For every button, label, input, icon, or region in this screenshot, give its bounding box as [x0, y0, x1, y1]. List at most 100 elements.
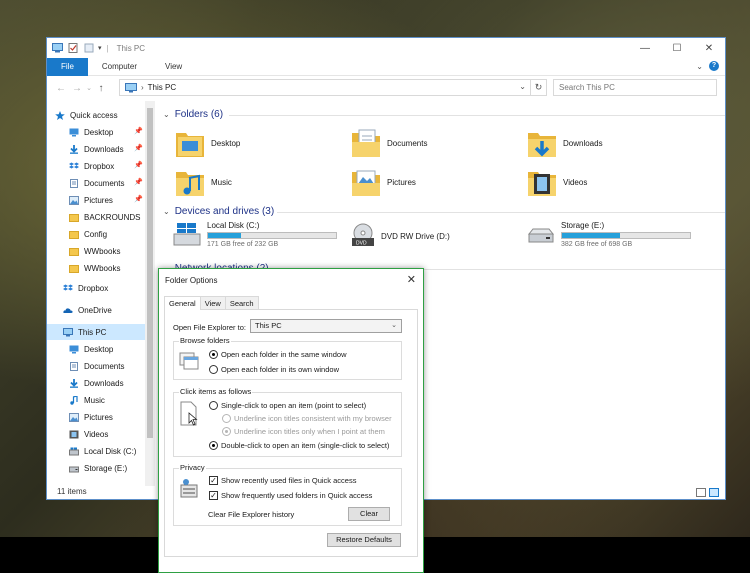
radio-underline-browser[interactable]: Underline icon titles consistent with my…	[222, 414, 392, 423]
nav-this-pc[interactable]: This PC	[47, 324, 145, 340]
collapse-chevron-icon[interactable]: ⌄	[163, 207, 170, 216]
nav-pc-documents[interactable]: Documents	[69, 358, 145, 374]
clear-button[interactable]: Clear	[348, 507, 390, 521]
minimize-button[interactable]: —	[629, 38, 661, 58]
breadcrumb-chevron-icon[interactable]: ›	[141, 83, 144, 92]
radio-same-window[interactable]: Open each folder in the same window	[209, 350, 347, 359]
downloads-icon	[70, 144, 78, 154]
large-icons-view-icon[interactable]	[709, 488, 719, 497]
nav-quick-pictures[interactable]: Pictures 📌	[69, 192, 145, 208]
nav-label: Local Disk (C:)	[84, 446, 137, 456]
radio-own-window[interactable]: Open each folder in its own window	[209, 365, 339, 374]
nav-label: Pictures	[84, 195, 113, 205]
folder-desktop[interactable]: Desktop	[175, 125, 240, 161]
refresh-button[interactable]: ↻	[531, 79, 547, 96]
address-bar[interactable]: › This PC ⌄	[119, 79, 531, 96]
nav-label: Storage (E:)	[84, 463, 128, 473]
drive-e[interactable]: Storage (E:) 382 GB free of 698 GB	[527, 221, 691, 251]
properties-icon[interactable]	[68, 43, 79, 53]
nav-quick-wwbooks[interactable]: WWbooks	[69, 243, 145, 259]
nav-quick-wwbooks-2[interactable]: WWbooks	[69, 260, 145, 276]
maximize-button[interactable]: ☐	[661, 38, 693, 58]
nav-dropbox[interactable]: Dropbox	[63, 280, 145, 296]
window-title: This PC	[116, 43, 146, 53]
folder-pictures[interactable]: Pictures	[351, 164, 416, 200]
tab-view[interactable]: View	[151, 58, 196, 76]
checkbox-frequent-folders[interactable]: ✓ Show frequently used folders in Quick …	[209, 491, 372, 500]
nav-label: Downloads	[84, 144, 124, 154]
details-view-icon[interactable]	[696, 488, 706, 497]
nav-quick-backrounds[interactable]: BACKROUNDS	[69, 209, 145, 225]
drive-c[interactable]: Local Disk (C:) 171 GB free of 232 GB	[173, 221, 337, 251]
radio-double-click[interactable]: Double-click to open an item (single-cli…	[209, 441, 389, 450]
nav-quick-config[interactable]: Config	[69, 226, 145, 242]
folder-downloads[interactable]: Downloads	[527, 125, 603, 161]
checkbox-checked[interactable]: ✓	[209, 491, 218, 500]
tab-file[interactable]: File	[47, 57, 88, 76]
radio-button[interactable]	[209, 350, 218, 359]
folder-music[interactable]: Music	[175, 164, 232, 200]
desktop-icon	[69, 128, 79, 136]
tab-computer[interactable]: Computer	[88, 58, 151, 76]
nav-pc-videos[interactable]: Videos	[69, 426, 145, 442]
group-folders[interactable]: ⌄ Folders (6)	[163, 109, 223, 120]
radio-single-click[interactable]: Single-click to open an item (point to s…	[209, 401, 366, 410]
tab-search[interactable]: Search	[224, 296, 259, 309]
radio-button[interactable]	[209, 441, 218, 450]
nav-quick-desktop[interactable]: Desktop 📌	[69, 124, 145, 140]
folder-videos[interactable]: Videos	[527, 164, 587, 200]
recent-locations-icon[interactable]: ⌄	[85, 84, 93, 92]
nav-label: Quick access	[70, 110, 118, 120]
back-arrow-icon[interactable]: ←	[53, 83, 69, 94]
tab-general[interactable]: General	[164, 296, 201, 310]
nav-quick-access[interactable]: Quick access	[55, 107, 153, 123]
folder-documents[interactable]: Documents	[351, 125, 427, 161]
nav-label: Music	[84, 395, 105, 405]
folder-icon	[69, 213, 79, 222]
nav-quick-documents[interactable]: Documents 📌	[69, 175, 145, 191]
radio-button[interactable]	[222, 414, 231, 423]
this-pc-icon	[125, 82, 137, 92]
open-explorer-value: This PC	[255, 321, 282, 330]
search-input[interactable]: Search This PC	[553, 79, 717, 96]
dialog-close-icon[interactable]: ✕	[407, 273, 416, 286]
tab-view[interactable]: View	[199, 296, 226, 309]
nav-label: Documents	[84, 178, 125, 188]
ribbon-tabs: File Computer View	[47, 57, 725, 76]
checkbox-checked[interactable]: ✓	[209, 476, 218, 485]
new-folder-icon[interactable]	[84, 43, 95, 53]
nav-label: Pictures	[84, 412, 113, 422]
breadcrumb[interactable]: This PC	[148, 83, 176, 92]
collapse-chevron-icon[interactable]: ⌄	[163, 110, 170, 119]
nav-pc-storage[interactable]: Storage (E:)	[69, 460, 145, 476]
nav-quick-dropbox[interactable]: Dropbox 📌	[69, 158, 145, 174]
drive-d[interactable]: DVD DVD RW Drive (D:)	[351, 223, 450, 253]
address-dropdown-icon[interactable]: ⌄	[519, 82, 526, 91]
checkbox-recent-files[interactable]: ✓ Show recently used files in Quick acce…	[209, 476, 356, 485]
nav-pc-music[interactable]: Music	[69, 392, 145, 408]
close-button[interactable]: ✕	[693, 38, 725, 58]
customize-toolbar-icon[interactable]: ▾	[98, 44, 102, 52]
nav-onedrive[interactable]: OneDrive	[63, 302, 145, 318]
pin-icon: 📌	[134, 179, 143, 186]
up-arrow-icon[interactable]: ↑	[93, 83, 109, 94]
radio-button[interactable]	[222, 427, 231, 436]
forward-arrow-icon[interactable]: →	[69, 83, 85, 94]
nav-pc-local-disk[interactable]: Local Disk (C:)	[69, 443, 145, 459]
radio-button[interactable]	[209, 365, 218, 374]
drive-usage-bar	[207, 232, 337, 239]
nav-pc-desktop[interactable]: Desktop	[69, 341, 145, 357]
nav-pc-pictures[interactable]: Pictures	[69, 409, 145, 425]
nav-scrollbar-thumb[interactable]	[147, 108, 153, 438]
group-devices[interactable]: ⌄ Devices and drives (3)	[163, 206, 274, 217]
dropbox-icon	[69, 162, 79, 168]
help-icon[interactable]: ?	[709, 61, 719, 71]
expand-ribbon-icon[interactable]: ⌄	[696, 62, 703, 71]
radio-underline-point[interactable]: Underline icon titles only when I point …	[222, 427, 385, 436]
open-explorer-select[interactable]: This PC ⌄	[250, 319, 402, 333]
nav-quick-downloads[interactable]: Downloads 📌	[69, 141, 145, 157]
restore-defaults-button[interactable]: Restore Defaults	[327, 533, 401, 547]
radio-label: Underline icon titles consistent with my…	[234, 414, 392, 423]
radio-button[interactable]	[209, 401, 218, 410]
nav-pc-downloads[interactable]: Downloads	[69, 375, 145, 391]
